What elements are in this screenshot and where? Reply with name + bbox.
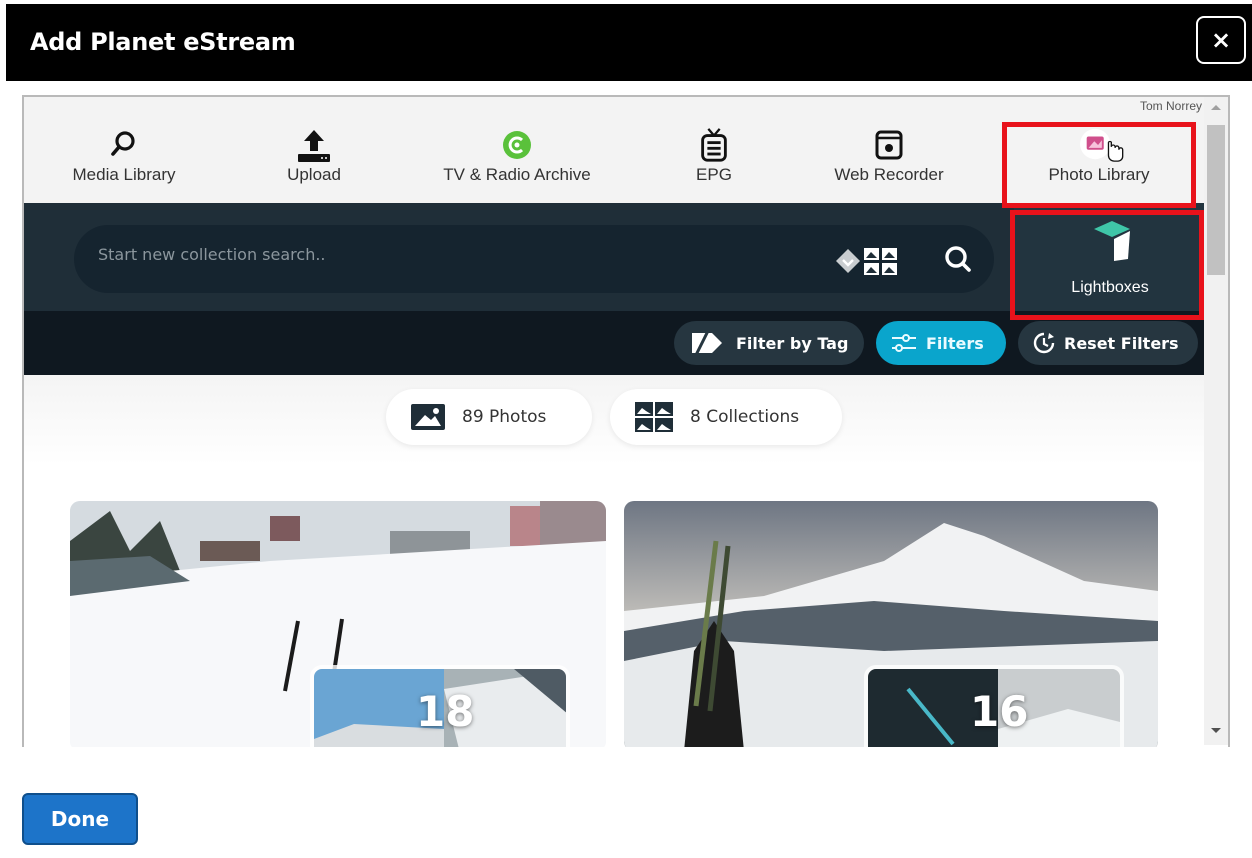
upload-icon [298, 130, 330, 162]
nav-label: EPG [696, 165, 732, 184]
vertical-scrollbar[interactable] [1204, 97, 1228, 745]
tv-guide-icon [701, 128, 727, 162]
collections-count-label: 8 Collections [690, 407, 800, 427]
collection-card[interactable]: 16 [624, 501, 1158, 747]
archive-icon [503, 131, 531, 159]
scrollbar-thumb[interactable] [1207, 125, 1225, 275]
photos-count-label: 89 Photos [462, 407, 547, 427]
nav-item-web-recorder[interactable]: Web Recorder [819, 127, 959, 197]
reset-filters-label: Reset Filters [1064, 333, 1179, 353]
username: Tom Norrey [1139, 99, 1202, 113]
photo-icon [411, 404, 445, 430]
reset-filters-button[interactable]: Reset Filters [1018, 321, 1198, 365]
nav-label: TV & Radio Archive [443, 165, 591, 184]
filter-by-tag-label: Filter by Tag [736, 333, 849, 353]
nav-item-upload[interactable]: Upload [274, 127, 354, 197]
collection-toggle-icon[interactable] [832, 245, 912, 277]
sliders-icon [892, 334, 916, 352]
results-count-band: 89 Photos 8 Collections [24, 375, 1206, 465]
nav-label: Web Recorder [834, 165, 944, 184]
search-submit-icon[interactable] [940, 241, 976, 277]
search-icon [111, 131, 135, 156]
collections-icon [635, 402, 673, 432]
nav-item-tv-radio-archive[interactable]: TV & Radio Archive [422, 127, 612, 197]
collection-item-count: 18 [416, 687, 475, 736]
web-recorder-icon [875, 130, 903, 160]
close-button[interactable]: × [1196, 16, 1246, 64]
scroll-up-icon[interactable] [1211, 105, 1221, 110]
nav-item-media-library[interactable]: Media Library [64, 127, 184, 197]
done-button[interactable]: Done [22, 793, 138, 845]
nav-label: Media Library [72, 165, 176, 184]
highlight-lightboxes [1010, 210, 1204, 320]
tag-icon [692, 331, 722, 355]
filters-label: Filters [926, 333, 984, 353]
photos-count-tab[interactable]: 89 Photos [386, 389, 592, 445]
highlight-photo-library [1002, 122, 1196, 208]
nav-item-epg[interactable]: EPG [674, 127, 754, 197]
search-input[interactable] [98, 245, 798, 264]
modal-header: Add Planet eStream × [6, 4, 1252, 81]
search-bar [74, 225, 994, 293]
scroll-down-icon[interactable] [1211, 728, 1221, 733]
collection-card[interactable]: 18 [70, 501, 606, 747]
collection-item-count: 16 [970, 687, 1029, 736]
filter-by-tag-button[interactable]: Filter by Tag [674, 321, 864, 365]
nav-label: Upload [287, 165, 341, 184]
filters-button[interactable]: Filters [876, 321, 1006, 365]
collections-count-tab[interactable]: 8 Collections [610, 389, 842, 445]
reset-icon [1033, 332, 1055, 354]
modal-title: Add Planet eStream [30, 28, 296, 56]
filter-band: Filter by Tag Filters Reset Filters [24, 311, 1206, 375]
